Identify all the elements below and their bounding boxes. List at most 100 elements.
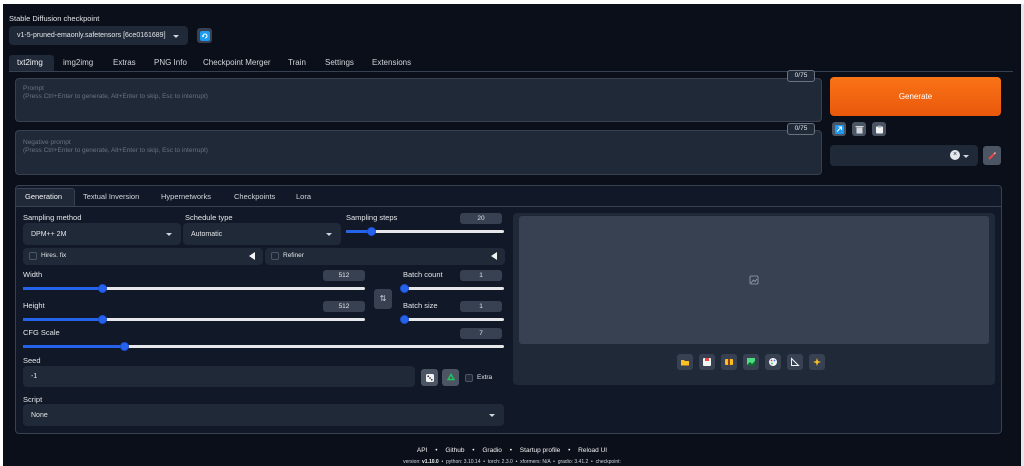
tab-extras[interactable]: Extras <box>113 55 136 71</box>
tab-img2img[interactable]: img2img <box>63 55 93 71</box>
tab-txt2img[interactable]: txt2img <box>17 55 43 71</box>
picture-icon <box>747 358 755 366</box>
swap-dimensions-button[interactable]: ⇅ <box>374 289 392 309</box>
styles-dropdown[interactable]: × <box>830 145 978 166</box>
app-window: Stable Diffusion checkpoint v1-5-pruned-… <box>3 4 1021 466</box>
negative-prompt-textarea[interactable]: Negative prompt (Press Ctrl+Enter to gen… <box>15 130 822 175</box>
save-button[interactable] <box>699 354 715 370</box>
extra-seed-checkbox[interactable] <box>465 374 473 382</box>
sampling-steps-input[interactable]: 20 <box>460 213 502 224</box>
chevron-down-icon <box>173 34 179 38</box>
script-value: None <box>31 411 48 419</box>
slider-fill <box>23 345 124 348</box>
slider-thumb[interactable] <box>97 315 107 324</box>
schedule-type-dropdown[interactable]: Automatic <box>183 223 341 245</box>
sampling-steps-label: Sampling steps <box>346 213 398 222</box>
slider-thumb[interactable] <box>400 315 409 324</box>
zip-button[interactable] <box>721 354 737 370</box>
script-dropdown[interactable]: None <box>23 404 504 426</box>
swap-icon: ⇅ <box>379 294 387 303</box>
sampling-method-dropdown[interactable]: DPM++ 2M <box>23 223 181 245</box>
upscale-button[interactable] <box>809 354 825 370</box>
separator: • <box>435 447 438 454</box>
slider-fill <box>23 287 102 290</box>
clear-icon[interactable]: × <box>950 150 960 160</box>
footer-link-gradio[interactable]: Gradio <box>482 447 502 454</box>
sampling-steps-slider[interactable] <box>346 227 504 236</box>
separator: • <box>472 447 475 454</box>
tab-checkpoint-merger[interactable]: Checkpoint Merger <box>203 55 271 71</box>
open-folder-button[interactable] <box>677 354 693 370</box>
footer-links: API • Github • Gradio • Startup profile … <box>3 447 1021 454</box>
negative-prompt-label: Negative prompt <box>23 139 71 146</box>
tab-extensions[interactable]: Extensions <box>372 55 411 71</box>
sampling-method-label: Sampling method <box>23 213 82 222</box>
refresh-button[interactable] <box>197 28 212 43</box>
separator: • <box>568 447 571 454</box>
reuse-seed-button[interactable] <box>442 369 459 386</box>
hires-fix-accordion[interactable]: Hires. fix <box>23 248 263 265</box>
prompt-label: Prompt <box>23 85 44 92</box>
paste-style-button[interactable] <box>872 122 886 136</box>
checkpoint-dropdown[interactable]: v1-5-pruned-emaonly.safetensors [6ce0161… <box>9 26 188 45</box>
width-slider[interactable] <box>23 284 365 293</box>
edit-styles-button[interactable] <box>983 146 1001 165</box>
send-to-extras-button[interactable] <box>787 354 803 370</box>
tab-train[interactable]: Train <box>288 55 306 71</box>
tab-settings[interactable]: Settings <box>325 55 354 71</box>
clear-prompt-button[interactable] <box>852 122 866 136</box>
prompt-textarea[interactable]: Prompt (Press Ctrl+Enter to generate, Al… <box>15 78 822 122</box>
read-params-button[interactable] <box>832 122 846 136</box>
batch-count-label: Batch count <box>403 270 443 279</box>
subtabs-divider <box>15 206 1002 207</box>
batch-count-input[interactable]: 1 <box>460 270 502 281</box>
tab-png-info[interactable]: PNG Info <box>154 55 187 71</box>
save-icon <box>703 358 711 366</box>
checkpoint-label: Stable Diffusion checkpoint <box>9 14 100 23</box>
random-seed-button[interactable] <box>421 369 438 386</box>
width-input[interactable]: 512 <box>323 270 365 281</box>
slider-thumb[interactable] <box>97 284 107 293</box>
subtab-checkpoints[interactable]: Checkpoints <box>234 189 275 205</box>
hires-fix-checkbox[interactable] <box>29 252 37 260</box>
cfg-scale-input[interactable]: 7 <box>460 328 502 339</box>
batch-size-input[interactable]: 1 <box>460 301 502 312</box>
subtab-hypernetworks[interactable]: Hypernetworks <box>161 189 211 205</box>
generate-button[interactable]: Generate <box>830 77 1001 116</box>
collapse-arrow-icon <box>249 252 255 260</box>
subtab-generation[interactable]: Generation <box>25 189 62 205</box>
slider-thumb[interactable] <box>400 284 409 293</box>
batch-size-label: Batch size <box>403 301 438 310</box>
main-tabs: txt2img img2img Extras PNG Info Checkpoi… <box>9 55 1013 71</box>
send-to-inpaint-button[interactable] <box>765 354 781 370</box>
seed-input[interactable]: -1 <box>23 366 415 387</box>
negative-prompt-placeholder: (Press Ctrl+Enter to generate, Alt+Enter… <box>23 147 208 154</box>
cfg-scale-slider[interactable] <box>23 342 504 351</box>
hires-fix-label: Hires. fix <box>41 252 67 259</box>
send-to-img2img-button[interactable] <box>743 354 759 370</box>
chevron-down-icon <box>326 233 332 236</box>
output-image-area <box>519 216 989 344</box>
height-input[interactable]: 512 <box>323 301 365 312</box>
refiner-accordion[interactable]: Refiner <box>265 248 505 265</box>
subtab-lora[interactable]: Lora <box>296 189 311 205</box>
dice-icon <box>425 373 434 382</box>
footer-link-github[interactable]: Github <box>445 447 464 454</box>
batch-count-slider[interactable] <box>400 284 504 293</box>
schedule-type-value: Automatic <box>191 230 223 238</box>
footer-link-startup-profile[interactable]: Startup profile <box>520 447 560 454</box>
batch-size-slider[interactable] <box>400 315 504 324</box>
refiner-checkbox[interactable] <box>271 252 279 260</box>
height-slider[interactable] <box>23 315 365 324</box>
schedule-type-label: Schedule type <box>185 213 233 222</box>
slider-thumb[interactable] <box>120 342 129 351</box>
separator: • <box>509 447 512 454</box>
footer-link-api[interactable]: API <box>417 447 427 454</box>
version-value: v1.10.0 <box>422 459 439 465</box>
subtab-textual-inversion[interactable]: Textual Inversion <box>83 189 139 205</box>
footer-link-reload-ui[interactable]: Reload UI <box>578 447 607 454</box>
ruler-triangle-icon <box>791 357 800 366</box>
version-details: • python: 3.10.14 • torch: 2.3.0 • xform… <box>438 459 621 465</box>
recycle-icon <box>446 372 455 380</box>
chevron-down-icon <box>963 154 969 158</box>
